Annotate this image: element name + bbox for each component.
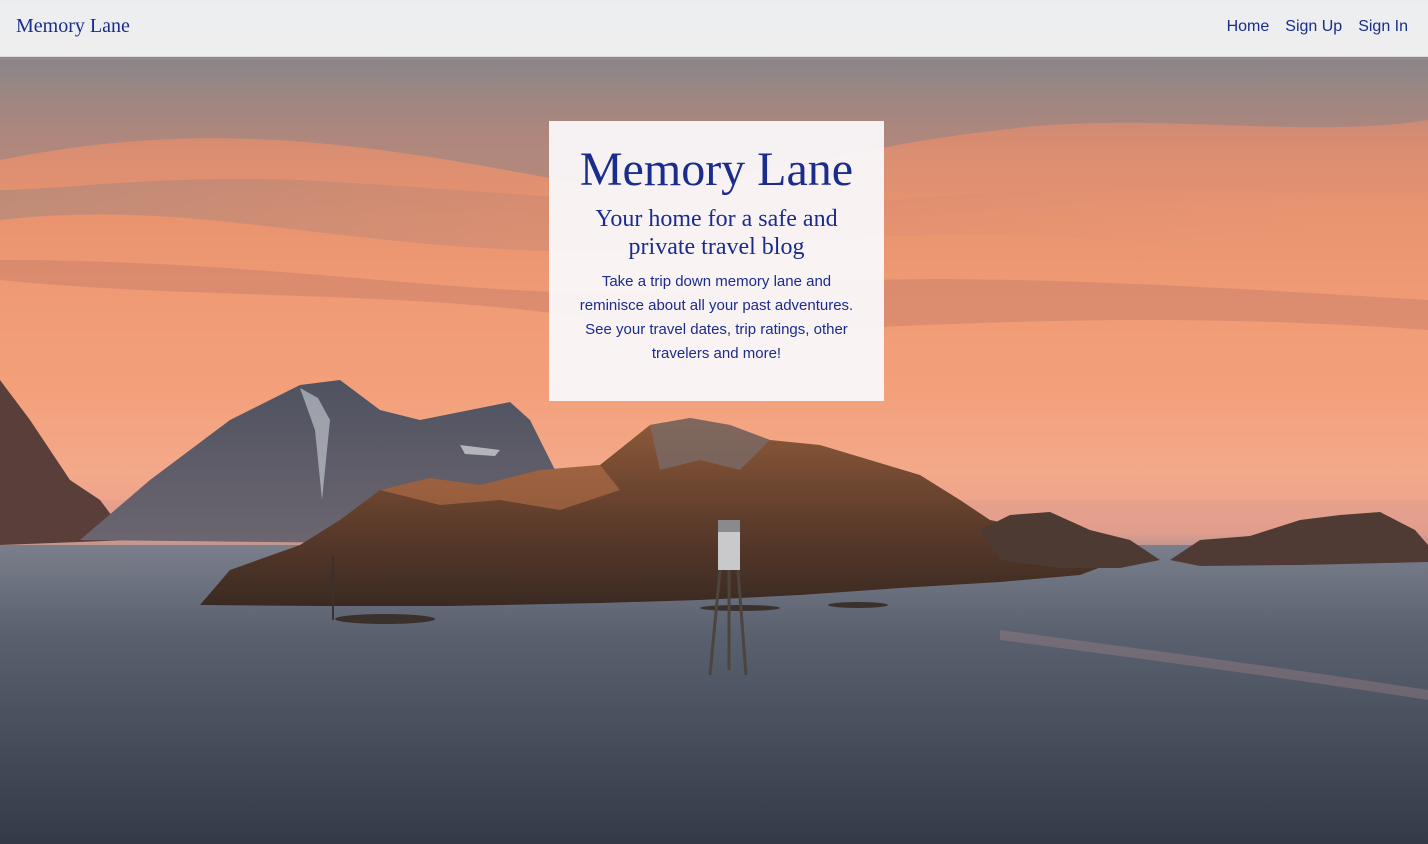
top-navbar: Memory Lane Home Sign Up Sign In	[0, 0, 1428, 57]
nav-signin-link[interactable]: Sign In	[1358, 18, 1408, 36]
hero-card: Memory Lane Your home for a safe and pri…	[549, 121, 884, 401]
nav-signup-link[interactable]: Sign Up	[1285, 18, 1342, 36]
brand-logo-link[interactable]: Memory Lane	[16, 15, 130, 38]
nav-links: Home Sign Up Sign In	[1211, 18, 1408, 36]
hero-subtitle: Your home for a safe and private travel …	[595, 206, 838, 260]
hero-description: Take a trip down memory lane and reminis…	[579, 273, 854, 362]
nav-home-link[interactable]: Home	[1227, 18, 1270, 36]
hero-title: Memory Lane	[579, 143, 854, 196]
